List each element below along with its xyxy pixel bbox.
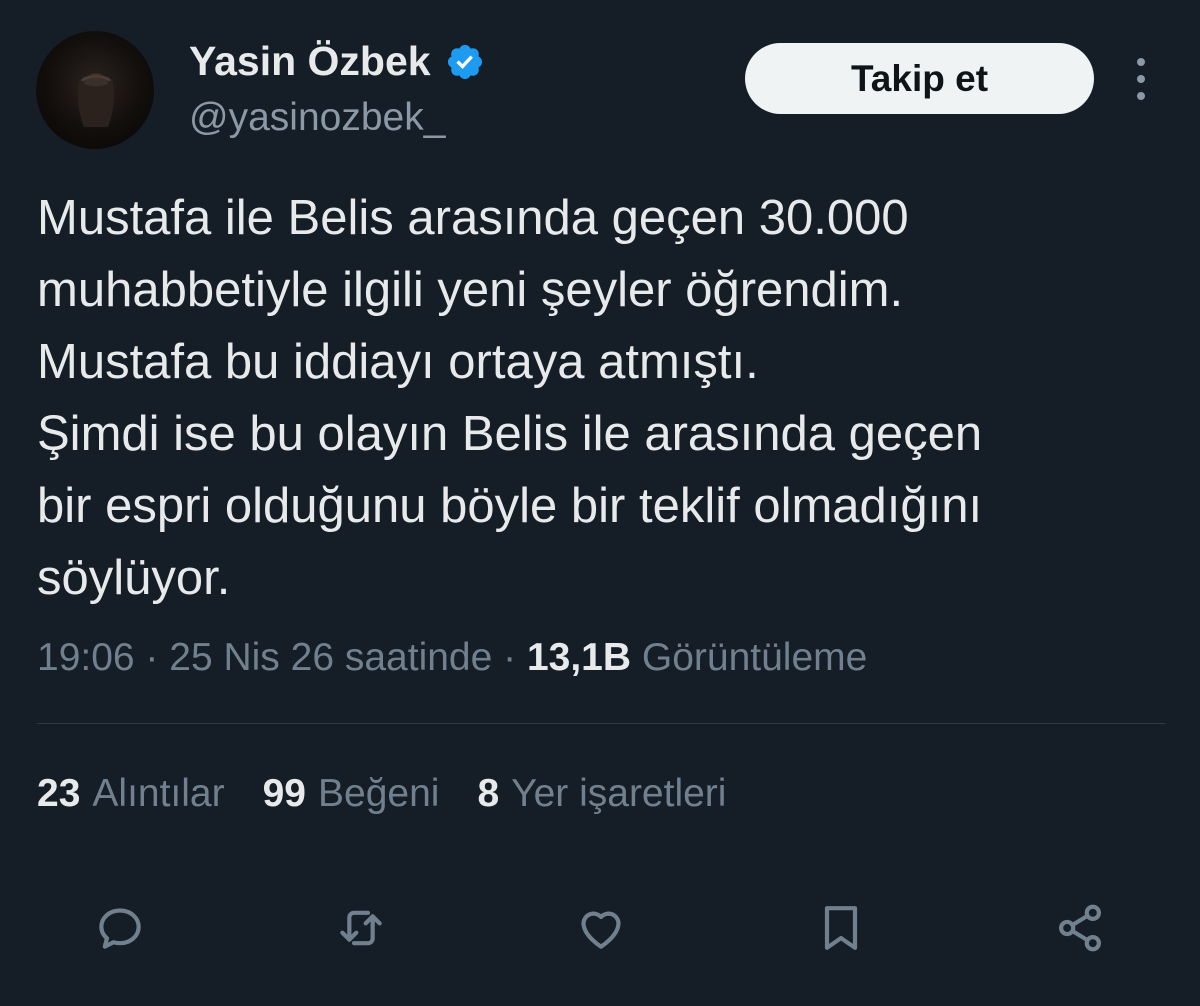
reply-icon[interactable] — [90, 898, 150, 958]
tweet-line: Mustafa ile Belis arasında geçen 30.000 — [37, 191, 909, 245]
tweet-line: muhabbetiyle ilgili yeni şeyler öğrendim… — [37, 263, 904, 317]
more-dot — [1137, 75, 1145, 83]
quotes-stat[interactable]: 23 Alıntılar — [37, 772, 225, 816]
quotes-label: Alıntılar — [92, 772, 225, 815]
follow-button[interactable]: Takip et — [745, 43, 1094, 114]
bookmarks-label: Yer işaretleri — [511, 772, 727, 815]
verified-badge-icon[interactable] — [445, 42, 485, 82]
likes-label: Beğeni — [318, 772, 440, 815]
tweet-text: Mustafa ile Belis arasında geçen 30.000 … — [37, 182, 1167, 614]
tweet-line: Mustafa bu iddiayı ortaya atmıştı. — [37, 335, 759, 389]
tweet-timestamp[interactable]: 19:06 · 25 Nis 26 saatinde · — [37, 636, 527, 679]
more-dot — [1137, 92, 1145, 100]
more-dot — [1137, 58, 1145, 66]
likes-count: 99 — [262, 772, 306, 815]
engagement-stats: 23 Alıntılar 99 Beğeni 8 Yer işaretleri — [37, 772, 764, 816]
bookmarks-stat[interactable]: 8 Yer işaretleri — [477, 772, 726, 816]
likes-stat[interactable]: 99 Beğeni — [263, 772, 440, 816]
author-display-name[interactable]: Yasin Özbek — [189, 38, 431, 85]
tweet-line: Şimdi ise bu olayın Belis ile arasında g… — [37, 407, 983, 461]
share-icon[interactable] — [1050, 898, 1110, 958]
author-name-row[interactable]: Yasin Özbek — [189, 38, 485, 85]
action-bar — [0, 898, 1200, 958]
tweet-line: bir espri olduğunu böyle bir teklif olma… — [37, 479, 983, 533]
bookmark-icon[interactable] — [811, 898, 871, 958]
avatar[interactable] — [36, 31, 154, 149]
like-icon[interactable] — [571, 898, 631, 958]
divider — [37, 723, 1165, 724]
views-count: 13,1B — [526, 636, 632, 679]
views-label: Görüntüleme — [631, 636, 868, 679]
author-handle[interactable]: @yasinozbek_ — [189, 96, 445, 140]
more-vertical-icon[interactable] — [1126, 58, 1156, 100]
retweet-icon[interactable] — [331, 898, 391, 958]
tweet-line: söylüyor. — [37, 551, 231, 605]
bookmarks-count: 8 — [477, 772, 500, 815]
tweet-meta: 19:06 · 25 Nis 26 saatinde · 13,1B Görün… — [37, 636, 867, 680]
quotes-count: 23 — [37, 772, 81, 815]
